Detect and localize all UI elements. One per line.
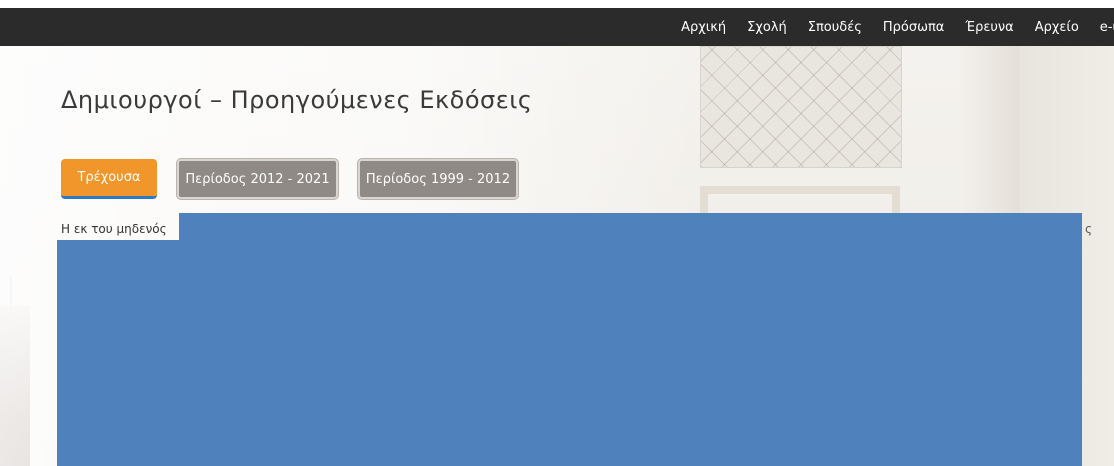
nav-item-archive[interactable]: Αρχείο [1035,20,1079,35]
redaction-block-main [57,240,1082,466]
nav-item-school[interactable]: Σχολή [747,20,787,35]
tab-period-1999-2012[interactable]: Περίοδος 1999 - 2012 [358,159,518,199]
nav-item-studies[interactable]: Σπουδές [808,20,862,35]
tab-period-2012-2021[interactable]: Περίοδος 2012 - 2021 [177,159,338,199]
page-title: Δημιουργοί – Προηγούμενες Εκδόσεις [61,86,533,114]
nav-item-home[interactable]: Αρχική [681,20,726,35]
background-window-image [700,46,902,168]
redaction-block-top [179,213,1082,243]
nav-item-people[interactable]: Πρόσωπα [883,20,945,35]
nav-item-research[interactable]: Έρευνα [965,20,1013,35]
top-navigation-bar: Αρχική Σχολή Σπουδές Πρόσωπα Έρευνα Αρχε… [0,8,1114,46]
intro-text-right-fragment: ς [1085,222,1093,236]
intro-text-line-1: Η εκ του μηδενός [61,222,167,236]
tab-current[interactable]: Τρέχουσα [61,159,157,199]
nav-item-e-services[interactable]: e-υ [1100,20,1114,35]
main-nav: Αρχική Σχολή Σπουδές Πρόσωπα Έρευνα Αρχε… [660,8,1114,46]
